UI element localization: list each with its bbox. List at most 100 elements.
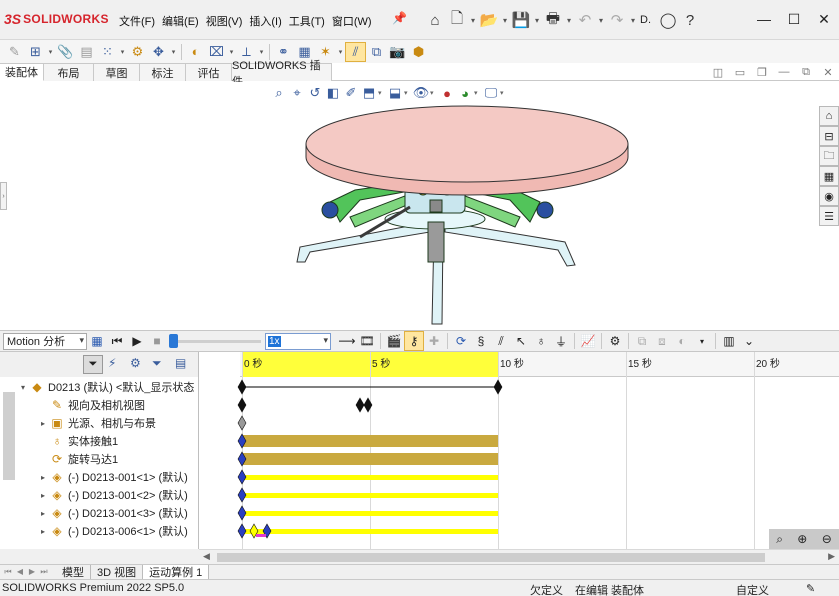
zoom-in-icon[interactable]: ⊕ bbox=[797, 532, 807, 546]
expand-toggle-icon[interactable]: ▸ bbox=[38, 527, 48, 536]
close-icon[interactable]: ✕ bbox=[809, 6, 839, 32]
timeline-horizontal-scrollbar[interactable]: ◀ ▶ bbox=[199, 549, 839, 564]
component-timeline-bar[interactable] bbox=[242, 511, 498, 516]
prev-tab-icon[interactable]: ◀ bbox=[14, 567, 26, 577]
redo-icon[interactable]: ↷ bbox=[606, 9, 628, 31]
menu-file[interactable]: 文件(F) bbox=[119, 13, 162, 29]
playback-speed-select[interactable]: 1x ▾ bbox=[265, 332, 331, 350]
display-style-dropdown-icon[interactable]: ▾ bbox=[404, 89, 412, 97]
study-type-select[interactable]: Motion 分析 ▾ bbox=[3, 332, 87, 350]
component-timeline-bar[interactable] bbox=[242, 475, 498, 480]
tree-vertical-scrollbar[interactable] bbox=[3, 392, 15, 480]
slider-thumb[interactable] bbox=[169, 334, 178, 348]
save-animation-icon[interactable]: 🎞 bbox=[357, 331, 377, 351]
doc-close-icon[interactable]: ✕ bbox=[817, 66, 839, 79]
instant3d-icon[interactable]: ⫽ bbox=[345, 41, 366, 62]
file-explorer-icon[interactable]: 🗀 bbox=[819, 146, 839, 166]
expand-toggle-icon[interactable]: ▸ bbox=[38, 509, 48, 518]
insert-components-dropdown-icon[interactable]: ▾ bbox=[46, 42, 55, 62]
bottom-tab-1[interactable]: 3D 视图 bbox=[91, 564, 144, 580]
view-options-dropdown-icon[interactable]: ▾ bbox=[692, 331, 712, 351]
expand-toggle-icon[interactable]: ▾ bbox=[18, 383, 28, 392]
playback-mode-icon[interactable]: ⟶ bbox=[337, 331, 357, 351]
save-dropdown-icon[interactable]: ▾ bbox=[532, 16, 542, 25]
doc-minimize-icon[interactable]: — bbox=[773, 66, 795, 79]
tree-item[interactable]: ▸ ◈ (-) D0213-006<1> (默认) bbox=[0, 522, 198, 540]
play-from-start-icon[interactable]: ⏮ bbox=[107, 331, 127, 351]
apply-scene-icon[interactable]: ◕ bbox=[456, 84, 474, 102]
home-icon[interactable]: ⌂ bbox=[424, 9, 446, 31]
tab-2[interactable]: 草图 bbox=[94, 63, 140, 81]
exploded-view-dropdown-icon[interactable]: ▾ bbox=[336, 42, 345, 62]
maximize-icon[interactable]: ☐ bbox=[779, 6, 809, 32]
tree-item[interactable]: ▸ ◈ (-) D0213-001<1> (默认) bbox=[0, 468, 198, 486]
restore-icon[interactable]: ❐ bbox=[751, 66, 773, 79]
tab-5[interactable]: SOLIDWORKS 插件 bbox=[232, 60, 332, 88]
collapse-motion-manager-icon[interactable]: ⧉ bbox=[632, 331, 652, 351]
layout-icon[interactable]: ▥ bbox=[719, 331, 739, 351]
print-icon[interactable]: 🖶 bbox=[542, 9, 564, 31]
motion-study-properties-icon[interactable]: ⚙ bbox=[605, 331, 625, 351]
view-orientation-icon[interactable]: ⬒ bbox=[360, 84, 378, 102]
appearances-icon[interactable]: ◉ bbox=[819, 186, 839, 206]
minimize-icon[interactable]: — bbox=[749, 6, 779, 32]
rebuild-status-icon[interactable]: ✎ bbox=[806, 582, 815, 595]
gravity-icon[interactable]: ⏚ bbox=[551, 331, 571, 351]
menu-insert[interactable]: 插入(I) bbox=[249, 13, 288, 29]
first-tab-icon[interactable]: ⏮ bbox=[2, 567, 14, 577]
expand-toggle-icon[interactable]: ▸ bbox=[38, 419, 48, 428]
edit-component-icon[interactable]: ✎ bbox=[4, 42, 25, 62]
collapse-panel-icon[interactable]: ⌄ bbox=[739, 331, 759, 351]
contact-timeline-bar[interactable] bbox=[242, 435, 498, 447]
zoom-to-fit-icon[interactable]: ⌕ bbox=[776, 532, 783, 547]
take-snapshot-icon[interactable]: 📷 bbox=[387, 42, 408, 62]
print-dropdown-icon[interactable]: ▾ bbox=[564, 16, 574, 25]
save-icon[interactable]: 💾 bbox=[510, 9, 532, 31]
section-view-icon[interactable]: ◧ bbox=[324, 84, 342, 102]
bottom-tab-2[interactable]: 运动算例 1 bbox=[143, 564, 210, 580]
zoom-to-area-icon[interactable]: ⌖ bbox=[288, 84, 306, 102]
animation-wizard-icon[interactable]: 🎬 bbox=[384, 331, 404, 351]
damper-icon[interactable]: ⫽ bbox=[491, 331, 511, 351]
menu-window[interactable]: 窗口(W) bbox=[332, 13, 379, 29]
update-speedpak-icon[interactable]: ⧉ bbox=[366, 42, 387, 62]
tree-item[interactable]: ▸ ◈ (-) D0213-001<3> (默认) bbox=[0, 504, 198, 522]
zoom-out-icon[interactable]: ⊖ bbox=[822, 532, 832, 546]
linear-pattern-icon[interactable]: ⁙ bbox=[97, 42, 118, 62]
filter-animation-icon[interactable]: ⚡ bbox=[108, 356, 116, 370]
pin-menu-icon[interactable]: 📌 bbox=[392, 11, 407, 25]
help-icon[interactable]: ? bbox=[679, 9, 701, 31]
undo-dropdown-icon[interactable]: ▾ bbox=[596, 16, 606, 25]
previous-view-icon[interactable]: ↺ bbox=[306, 84, 324, 102]
dynamic-annotation-icon[interactable]: ✐ bbox=[342, 84, 360, 102]
contact-icon[interactable]: ♁ bbox=[531, 331, 551, 351]
menu-tools[interactable]: 工具(T) bbox=[289, 13, 332, 29]
scroll-left-icon[interactable]: ◀ bbox=[203, 551, 210, 562]
large-assembly-mode-icon[interactable]: ⬢ bbox=[408, 42, 429, 62]
custom-properties-icon[interactable]: ☰ bbox=[819, 206, 839, 226]
menu-view[interactable]: 视图(V) bbox=[206, 13, 250, 29]
move-dropdown-icon[interactable]: ▾ bbox=[169, 42, 178, 62]
force-icon[interactable]: ↖ bbox=[511, 331, 531, 351]
tree-item[interactable]: ▸ ◈ (-) D0213-001<2> (默认) bbox=[0, 486, 198, 504]
solidworks-logo[interactable]: 3S SOLIDWORKS bbox=[4, 11, 109, 27]
assembly-features-icon[interactable]: ⌧ bbox=[206, 42, 227, 62]
undo-icon[interactable]: ↶ bbox=[574, 9, 596, 31]
new-document-icon[interactable]: 🗋 bbox=[446, 9, 468, 31]
tile-icon[interactable]: ◫ bbox=[707, 66, 729, 79]
view-options-icon[interactable]: ◐ bbox=[672, 331, 692, 351]
panel-expand-handle[interactable]: › bbox=[0, 182, 7, 210]
redo-dropdown-icon[interactable]: ▾ bbox=[628, 16, 638, 25]
next-tab-icon[interactable]: ▶ bbox=[26, 567, 38, 577]
spring-icon[interactable]: § bbox=[471, 331, 491, 351]
tab-3[interactable]: 标注 bbox=[140, 63, 186, 81]
assembly-model-view[interactable] bbox=[0, 82, 839, 330]
filter-selected-icon[interactable]: ⏷ bbox=[152, 356, 162, 371]
search-hint[interactable]: D. bbox=[640, 14, 651, 26]
results-and-plots-icon[interactable]: 📈 bbox=[578, 331, 598, 351]
tree-item[interactable]: ♁ 实体接触1 bbox=[0, 432, 198, 450]
tab-1[interactable]: 布局 bbox=[44, 63, 94, 81]
open-folder-icon[interactable]: 📂 bbox=[478, 9, 500, 31]
autokey-icon[interactable]: ⚷ bbox=[404, 331, 424, 351]
calculate-icon[interactable]: ▦ bbox=[87, 331, 107, 351]
